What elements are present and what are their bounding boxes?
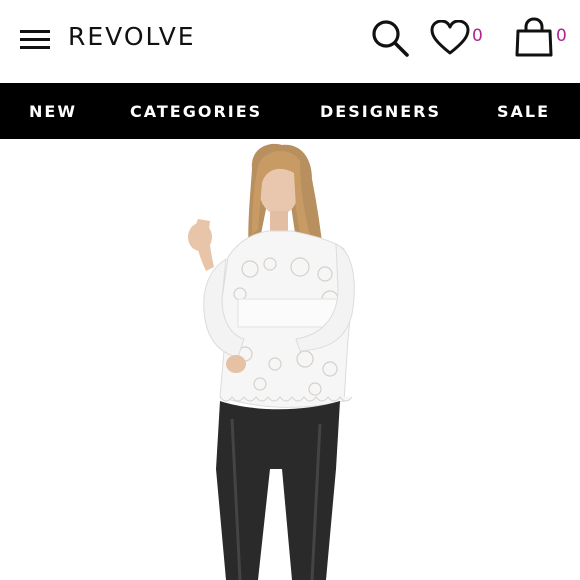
wishlist-count: 0 xyxy=(472,26,483,46)
search-icon[interactable] xyxy=(370,18,410,58)
nav-item-sale[interactable]: SALE xyxy=(497,102,550,121)
revolve-logo[interactable]: REVOLVE xyxy=(68,22,196,51)
nav-item-new[interactable]: NEW xyxy=(29,102,77,121)
hamburger-menu-icon[interactable] xyxy=(20,28,50,50)
site-header: REVOLVE 0 0 xyxy=(0,0,580,83)
main-navigation: NEW CATEGORIES DESIGNERS SALE xyxy=(0,83,580,139)
product-image[interactable] xyxy=(0,139,580,580)
heart-icon[interactable] xyxy=(430,20,470,56)
nav-item-designers[interactable]: DESIGNERS xyxy=(320,102,441,121)
bag-count: 0 xyxy=(556,26,567,46)
shopping-bag-icon[interactable] xyxy=(515,17,553,57)
nav-item-categories[interactable]: CATEGORIES xyxy=(130,102,262,121)
product-content xyxy=(0,139,580,580)
